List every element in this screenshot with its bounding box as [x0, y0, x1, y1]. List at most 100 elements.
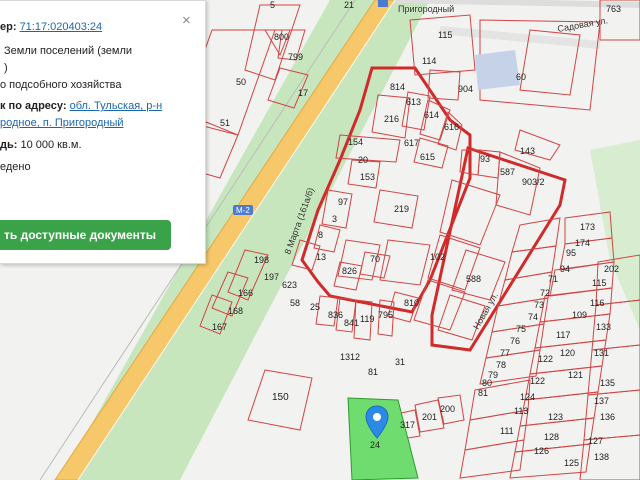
svg-text:623: 623 [282, 280, 297, 290]
svg-text:903/2: 903/2 [522, 177, 545, 187]
svg-text:138: 138 [594, 452, 609, 462]
svg-text:125: 125 [564, 458, 579, 468]
svg-text:197: 197 [264, 272, 279, 282]
svg-text:24: 24 [370, 440, 380, 450]
status-value: едено [0, 161, 31, 173]
location-marker-icon[interactable] [365, 405, 389, 439]
cadastral-number-link[interactable]: 71:17:020403:24 [20, 21, 103, 33]
svg-text:102: 102 [430, 252, 445, 262]
category-line1: Земли поселений (земли [4, 45, 133, 57]
svg-text:150: 150 [272, 392, 289, 403]
svg-text:587: 587 [500, 167, 515, 177]
svg-text:8: 8 [318, 230, 323, 240]
svg-text:124: 124 [520, 392, 535, 402]
svg-text:201: 201 [422, 412, 437, 422]
svg-text:58: 58 [290, 298, 300, 308]
svg-text:198: 198 [254, 255, 269, 265]
address-link-2[interactable]: родное, п. Пригородный [0, 115, 124, 132]
svg-text:588: 588 [466, 274, 481, 284]
svg-text:113: 113 [514, 406, 528, 416]
address-row: к по адресу: обл. Тульская, р-н [0, 98, 162, 115]
place-name-label: Пригородный [398, 4, 454, 14]
svg-text:115: 115 [438, 30, 452, 40]
svg-text:119: 119 [360, 314, 374, 324]
svg-text:153: 153 [360, 172, 375, 182]
svg-text:174: 174 [575, 238, 590, 248]
category-line2: ) [4, 62, 8, 74]
svg-text:80: 80 [482, 378, 492, 388]
svg-text:115: 115 [592, 278, 606, 288]
svg-text:72: 72 [540, 288, 550, 298]
svg-text:841: 841 [344, 318, 359, 328]
area-value: 10 000 кв.м. [20, 139, 82, 151]
svg-text:200: 200 [440, 404, 455, 414]
address-label: к по адресу: [0, 100, 67, 112]
svg-text:31: 31 [395, 357, 405, 367]
road-number-shield [378, 0, 388, 7]
svg-text:800: 800 [274, 32, 289, 42]
svg-text:904: 904 [458, 84, 473, 94]
svg-text:614: 614 [424, 110, 439, 120]
svg-text:216: 216 [384, 114, 399, 124]
svg-text:136: 136 [600, 412, 615, 422]
svg-text:81: 81 [478, 388, 488, 398]
svg-text:122: 122 [538, 354, 553, 364]
get-documents-button[interactable]: ть доступные документы [0, 220, 171, 250]
svg-text:795: 795 [378, 310, 393, 320]
building-roof [475, 50, 520, 90]
svg-text:1312: 1312 [340, 352, 360, 362]
svg-text:109: 109 [572, 310, 587, 320]
svg-text:219: 219 [394, 204, 409, 214]
svg-text:616: 616 [444, 122, 459, 132]
svg-text:121: 121 [568, 370, 583, 380]
svg-text:135: 135 [600, 378, 615, 388]
close-icon[interactable]: × [182, 13, 191, 28]
address-link-1[interactable]: обл. Тульская, р-н [70, 100, 163, 112]
svg-text:97: 97 [338, 197, 348, 207]
svg-text:50: 50 [236, 77, 246, 87]
svg-text:81: 81 [368, 367, 378, 377]
cadastral-row: ер: 71:17:020403:24 [0, 19, 102, 36]
svg-text:202: 202 [604, 264, 619, 274]
svg-text:613: 613 [406, 97, 421, 107]
svg-text:128: 128 [544, 432, 559, 442]
svg-text:799: 799 [288, 52, 303, 62]
svg-text:78: 78 [496, 360, 506, 370]
svg-text:317: 317 [400, 420, 415, 430]
svg-text:94: 94 [560, 264, 570, 274]
svg-text:126: 126 [534, 446, 549, 456]
svg-text:617: 617 [404, 138, 419, 148]
svg-text:70: 70 [370, 254, 380, 264]
svg-text:167: 167 [212, 322, 227, 332]
info-panel: × ер: 71:17:020403:24 Земли поселений (з… [0, 0, 206, 264]
area-row: дь: 10 000 кв.м. [0, 137, 82, 154]
svg-text:168: 168 [228, 306, 243, 316]
svg-text:154: 154 [348, 137, 363, 147]
svg-text:74: 74 [528, 312, 538, 322]
svg-text:810: 810 [404, 298, 419, 308]
svg-text:73: 73 [534, 300, 544, 310]
svg-text:133: 133 [596, 322, 611, 332]
svg-text:836: 836 [328, 310, 343, 320]
svg-text:3: 3 [332, 214, 337, 224]
svg-text:173: 173 [580, 222, 595, 232]
svg-text:51: 51 [220, 118, 230, 128]
svg-text:13: 13 [316, 252, 326, 262]
svg-text:114: 114 [422, 56, 436, 66]
svg-text:95: 95 [566, 248, 576, 258]
svg-text:5: 5 [270, 0, 275, 10]
cadastral-label: ер: [0, 21, 17, 33]
svg-text:137: 137 [594, 396, 609, 406]
svg-text:763: 763 [606, 4, 621, 14]
svg-text:143: 143 [520, 146, 535, 156]
svg-text:127: 127 [588, 436, 603, 446]
svg-text:117: 117 [556, 330, 570, 340]
svg-text:826: 826 [342, 266, 357, 276]
area-label: дь: [0, 139, 18, 151]
svg-text:77: 77 [500, 348, 510, 358]
highway-label: М-2 [236, 206, 250, 215]
svg-text:75: 75 [516, 324, 526, 334]
svg-text:123: 123 [548, 412, 563, 422]
svg-text:122: 122 [530, 376, 545, 386]
svg-text:120: 120 [560, 348, 575, 358]
